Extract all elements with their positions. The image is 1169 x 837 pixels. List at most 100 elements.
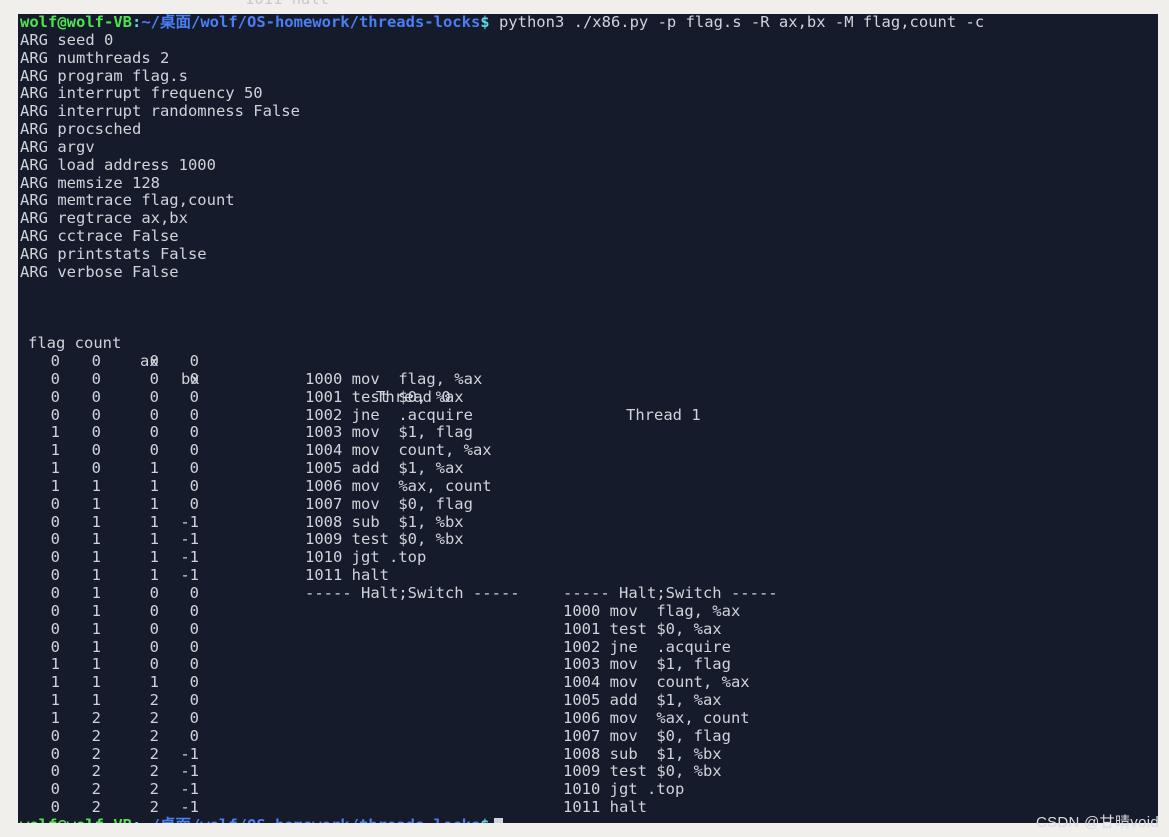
cell-thread-0: 1011 halt (305, 566, 389, 585)
table-row: 0 0 0 0 1001 test $0, %ax (18, 387, 1158, 407)
cell-flag: 1 (50, 673, 60, 692)
cell-flag: 1 (50, 708, 60, 727)
cell-bx: 0 (189, 369, 199, 388)
cell-thread-1: 1010 jgt .top (563, 780, 685, 799)
cell-count: 0 (91, 441, 101, 460)
cell-bx: 0 (189, 655, 199, 674)
cell-ax: 1 (149, 566, 159, 585)
terminal-window[interactable]: wolf@wolf-VB:~/桌面/wolf/OS-homework/threa… (18, 14, 1158, 823)
cell-thread-0: 1002 jne .acquire (305, 405, 473, 424)
cell-bx: -1 (180, 548, 199, 567)
table-row: 0 0 0 0 1002 jne .acquire (18, 405, 1158, 425)
cell-thread-0: 1003 mov $1, flag (305, 423, 473, 442)
arg-line: ARG procsched (20, 120, 142, 139)
table-row: 0 1 0 0 ----- Halt;Switch ----- ----- Halt;Sw… (18, 584, 1158, 603)
cell-ax: 0 (149, 584, 159, 602)
cell-flag: 1 (50, 691, 60, 710)
cell-ax: 1 (149, 459, 159, 478)
cell-flag: 0 (50, 780, 60, 799)
table-row: 0 2 2 -1 1011 halt (18, 798, 1158, 817)
cell-thread-0: 1006 mov %ax, count (305, 476, 492, 495)
table-row: 1 0 0 0 1004 mov count, %ax (18, 441, 1158, 460)
cell-ax: 1 (149, 530, 159, 549)
cell-bx: -1 (180, 762, 199, 781)
cell-count: 1 (91, 655, 101, 674)
cell-count: 1 (91, 584, 101, 602)
arg-line: ARG interrupt randomness False (20, 102, 300, 121)
cell-count: 1 (91, 530, 101, 549)
cell-thread-1: 1000 mov flag, %ax (563, 601, 741, 620)
command-prompt-line: wolf@wolf-VB:~/桌面/wolf/OS-homework/threa… (18, 14, 1158, 32)
cell-bx: -1 (180, 798, 199, 817)
cell-thread-1: 1001 test $0, %ax (563, 619, 722, 638)
cell-thread-0: 1005 add $1, %ax (305, 459, 464, 478)
cell-thread-1: 1004 mov count, %ax (563, 673, 750, 692)
cell-bx: -1 (180, 512, 199, 531)
table-row: 1 1 1 0 1006 mov %ax, count (18, 476, 1158, 496)
cell-flag: 0 (50, 530, 60, 549)
arg-line: ARG seed 0 (20, 30, 114, 49)
cell-count: 1 (91, 601, 101, 620)
cell-thread-0: 1008 sub $1, %bx (305, 512, 464, 531)
cell-thread-0: 1004 mov count, %ax (305, 441, 492, 460)
cell-count: 0 (91, 352, 101, 371)
prompt-dollar: $ (480, 14, 490, 31)
cell-flag: 0 (50, 601, 60, 620)
cell-ax: 1 (149, 476, 159, 495)
cell-thread-1: 1006 mov %ax, count (563, 708, 750, 727)
cell-count: 2 (91, 726, 101, 745)
cell-ax: 1 (149, 512, 159, 531)
table-row: 1 2 2 0 1006 mov %ax, count (18, 708, 1158, 728)
bottom-prompt-line[interactable]: wolf@wolf-VB:~/桌面/wolf/OS-homework/threa… (18, 816, 1158, 823)
arg-line: ARG interrupt frequency 50 (20, 84, 263, 103)
cell-thread-1: 1009 test $0, %bx (563, 762, 722, 781)
cell-bx: -1 (180, 566, 199, 585)
command-text: python3 ./x86.py -p flag.s -R ax,bx -M f… (489, 14, 985, 31)
cell-ax: 0 (149, 619, 159, 638)
cell-count: 0 (91, 423, 101, 442)
prompt-user-host: wolf@wolf-VB (20, 816, 132, 823)
arg-line: ARG memtrace flag,count (20, 191, 235, 210)
table-row: 0 1 0 0 1000 mov flag, %ax (18, 601, 1158, 621)
cell-ax: 2 (149, 744, 159, 763)
trace-table-body: 0 0 0 0 0 0 0 0 1000 mov flag, %ax 0 0 0 0 1001 test … (18, 352, 1158, 817)
cell-thread-0: ----- Halt;Switch ----- (305, 584, 520, 602)
table-row: 1 0 1 0 1005 add $1, %ax (18, 459, 1158, 478)
cell-bx: -1 (180, 530, 199, 549)
cell-count: 1 (91, 673, 101, 692)
cell-thread-1: ----- Halt;Switch ----- (563, 584, 778, 602)
cell-bx: 0 (189, 619, 199, 638)
cell-bx: 0 (189, 441, 199, 460)
cell-count: 1 (91, 512, 101, 531)
arg-line: ARG program flag.s (20, 66, 188, 85)
table-row: 0 2 2 0 1007 mov $0, flag (18, 726, 1158, 746)
arg-line: ARG load address 1000 (20, 155, 216, 174)
cell-bx: 0 (189, 726, 199, 745)
arg-line: ARG printstats False (20, 244, 207, 263)
cell-count: 1 (91, 637, 101, 656)
cell-thread-0: 1009 test $0, %bx (305, 530, 464, 549)
cell-ax: 2 (149, 780, 159, 799)
cell-count: 0 (91, 459, 101, 478)
cell-bx: 0 (189, 601, 199, 620)
cell-count: 1 (91, 476, 101, 495)
cell-bx: 0 (189, 405, 199, 424)
arg-line: ARG numthreads 2 (20, 48, 170, 67)
table-row: 0 1 1 0 1007 mov $0, flag (18, 495, 1158, 514)
table-row: 1 1 0 0 1003 mov $1, flag (18, 656, 1158, 674)
cell-ax: 0 (149, 405, 159, 424)
cell-flag: 0 (50, 405, 60, 424)
cell-count: 0 (91, 405, 101, 424)
table-row: 0 2 2 -1 1008 sub $1, %bx (18, 744, 1158, 764)
prompt-colon: : (131, 14, 142, 31)
cell-thread-1: 1008 sub $1, %bx (563, 744, 722, 763)
cell-count: 0 (91, 369, 101, 388)
cell-flag: 0 (50, 619, 60, 638)
trace-table-header: flag count ax bx Thread 0 Thread 1 (18, 317, 1158, 423)
cell-ax: 0 (149, 387, 159, 406)
arg-line: ARG memsize 128 (20, 173, 160, 192)
screen: 1011 halt wolf@wolf-VB:~/桌面/wolf/OS-home… (0, 0, 1169, 837)
